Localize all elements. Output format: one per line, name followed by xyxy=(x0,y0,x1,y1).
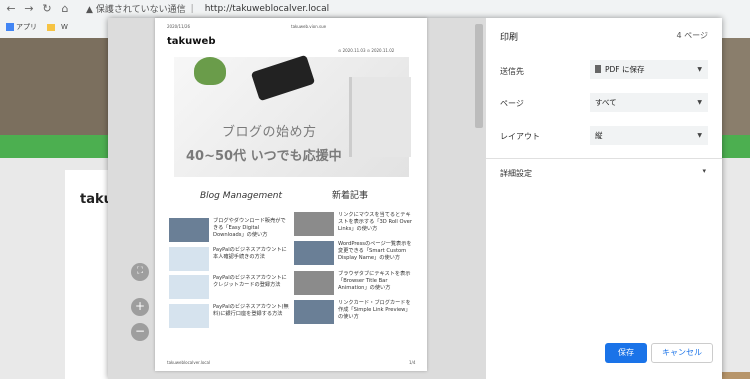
reload-icon[interactable]: ↻ xyxy=(40,2,54,15)
print-title: 印刷 xyxy=(500,33,519,43)
more-settings-toggle[interactable]: 詳細設定 xyxy=(500,168,532,179)
hero-title: ブログの始め方 xyxy=(222,125,317,140)
print-preview-pane: 2020/11/26 takuweb.vion.sue takuweb ⊙ 20… xyxy=(108,18,486,379)
page-header-date: 2020/11/26 xyxy=(167,24,191,29)
hero-image: ブログの始め方 40~50代 いつでも応援中 xyxy=(174,54,411,177)
security-warning[interactable]: ▲ 保護されていない通信 xyxy=(86,2,186,15)
layout-label: レイアウト xyxy=(500,132,540,141)
zoom-in-button[interactable]: + xyxy=(131,298,149,316)
item-thumbnail xyxy=(294,212,334,236)
item-title: ブラウザタブにテキストを表示「Browser Title Bar Animati… xyxy=(338,271,411,291)
hero-subtitle: 40~50代 いつでも応援中 xyxy=(186,149,342,164)
security-text: 保護されていない通信 xyxy=(95,5,186,15)
destination-value: PDF に保存 xyxy=(605,65,645,74)
print-settings-panel: 印刷 4 ページ 送信先 PDF に保存 ▼ ページ すべて ▼ レイアウト 縦 ▼ … xyxy=(486,18,722,379)
background-image-right xyxy=(722,38,750,135)
print-dialog: 2020/11/26 takuweb.vion.sue takuweb ⊙ 20… xyxy=(108,18,722,379)
page-footer-number: 1/4 xyxy=(409,360,416,365)
fit-to-page-button[interactable]: ⛶ xyxy=(131,263,149,281)
forward-icon[interactable]: → xyxy=(22,2,36,15)
item-thumbnail xyxy=(294,271,334,295)
home-icon[interactable]: ⌂ xyxy=(58,2,72,15)
bookmark-apps-label: アプリ xyxy=(16,23,37,31)
apps-icon xyxy=(6,23,14,31)
preview-scrollbar[interactable] xyxy=(475,24,483,128)
list-item: ブログやダウンロード販売ができる「Easy Digital Downloads」… xyxy=(169,218,287,244)
item-thumbnail xyxy=(294,241,334,265)
chevron-down-icon[interactable]: ▾ xyxy=(702,167,706,175)
url-field[interactable]: http://takuweblocalver.local xyxy=(205,4,329,14)
pages-select[interactable]: すべて ▼ xyxy=(590,93,708,112)
item-thumbnail xyxy=(169,247,209,271)
item-title: リンクにマウスを当てるとテキストを表示する「3D Roll Over Links… xyxy=(338,212,412,232)
bookmark-wp-label: W xyxy=(61,23,68,31)
destination-select[interactable]: PDF に保存 ▼ xyxy=(590,60,708,79)
list-item: WordPressのページ一覧表示を変更できる「Smart Custom Dis… xyxy=(294,241,412,267)
page-site-title: takuweb xyxy=(167,36,216,47)
item-thumbnail xyxy=(294,300,334,324)
post-dates: ⊙ 2020.11.03 ⊙ 2020.11.02 xyxy=(338,48,395,53)
item-thumbnail xyxy=(169,304,209,328)
layout-value: 縦 xyxy=(595,131,603,140)
phone-image xyxy=(250,54,316,102)
preview-page: 2020/11/26 takuweb.vion.sue takuweb ⊙ 20… xyxy=(155,18,427,371)
warning-icon: ▲ xyxy=(86,5,93,15)
cancel-button[interactable]: キャンセル xyxy=(651,343,713,363)
page-footer-url: takuweblocalver.local xyxy=(167,360,211,365)
list-item: PayPalのビジネスアカウントにクレジットカードの登録方法 xyxy=(169,275,287,301)
laptop-image xyxy=(349,77,411,157)
chevron-down-icon: ▼ xyxy=(697,132,702,139)
folder-icon[interactable] xyxy=(47,23,55,31)
destination-label: 送信先 xyxy=(500,67,524,76)
pages-value: すべて xyxy=(595,98,617,107)
bookmark-apps[interactable]: アプリ xyxy=(6,22,37,32)
pages-label: ページ xyxy=(500,99,524,108)
left-section-heading: Blog Management xyxy=(200,191,283,201)
address-bar-row: ← → ↻ ⌂ ▲ 保護されていない通信 | http://takuwebloca… xyxy=(0,0,750,17)
list-item: ブラウザタブにテキストを表示「Browser Title Bar Animati… xyxy=(294,271,412,297)
divider xyxy=(486,158,722,159)
item-title: WordPressのページ一覧表示を変更できる「Smart Custom Dis… xyxy=(338,241,412,261)
item-title: PayPalのビジネスアカウントに本人確認手続きの方法 xyxy=(213,247,287,260)
item-title: ブログやダウンロード販売ができる「Easy Digital Downloads」… xyxy=(213,218,286,238)
save-button[interactable]: 保存 xyxy=(605,343,647,363)
list-item: リンクにマウスを当てるとテキストを表示する「3D Roll Over Links… xyxy=(294,212,412,238)
bookmark-wp[interactable]: W xyxy=(61,23,68,31)
right-section-heading: 新着記事 xyxy=(332,191,369,201)
separator: | xyxy=(190,3,194,14)
layout-select[interactable]: 縦 ▼ xyxy=(590,126,708,145)
item-title: リンクカード・ブログカードを作成「Simple Link Preview」の使い… xyxy=(338,300,411,320)
page-count: 4 ページ xyxy=(676,31,708,40)
plant-image xyxy=(194,57,226,85)
pdf-icon xyxy=(595,65,601,73)
item-thumbnail xyxy=(169,275,209,299)
page-header-url: takuweb.vion.sue xyxy=(291,24,327,29)
item-title: PayPalのビジネスアカウントにクレジットカードの登録方法 xyxy=(213,275,287,288)
chevron-down-icon: ▼ xyxy=(697,66,702,73)
zoom-out-button[interactable]: − xyxy=(131,323,149,341)
chevron-down-icon: ▼ xyxy=(697,99,702,106)
list-item: リンクカード・ブログカードを作成「Simple Link Preview」の使い… xyxy=(294,300,412,326)
back-icon[interactable]: ← xyxy=(4,2,18,15)
list-item: PayPalのビジネスアカウントに本人確認手続きの方法 xyxy=(169,247,287,273)
background-keyboard-image xyxy=(0,38,108,135)
item-title: PayPalのビジネスアカウント(無料)に銀行口座を登録する方法 xyxy=(213,304,289,317)
list-item: PayPalのビジネスアカウント(無料)に銀行口座を登録する方法 xyxy=(169,304,289,330)
item-thumbnail xyxy=(169,218,209,242)
